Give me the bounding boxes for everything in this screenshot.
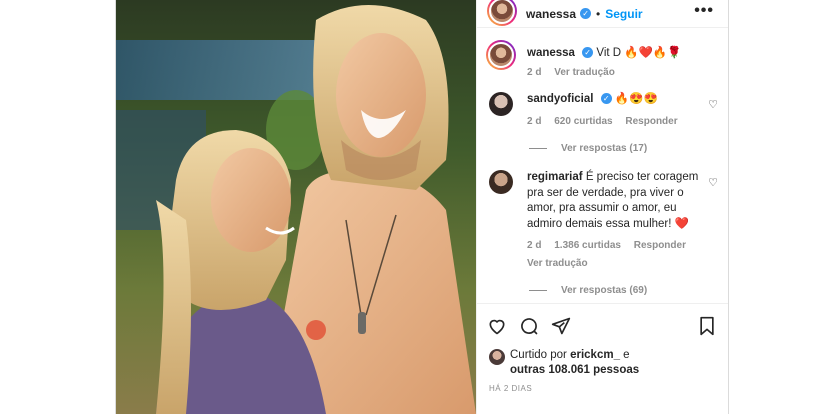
comment-likes[interactable]: 1.386 curtidas <box>554 240 621 251</box>
verified-icon: ✓ <box>582 47 594 59</box>
reply-button[interactable]: Responder <box>634 240 686 251</box>
comment-text: 🔥😍😍 <box>614 93 658 105</box>
comment-translation-link[interactable]: Ver tradução <box>527 258 588 269</box>
replies-divider <box>529 290 547 291</box>
verified-icon: ✓ <box>600 93 612 105</box>
liked-prefix: Curtido por <box>510 349 567 361</box>
instagram-post: wanessa ✓ • Seguir ••• wanessa ✓ Vit D 🔥… <box>115 0 729 414</box>
liker-avatar[interactable] <box>489 349 505 365</box>
commenter-username[interactable]: regimariaf <box>527 171 583 183</box>
like-comment-icon[interactable]: ♡ <box>708 98 718 111</box>
post-header: wanessa ✓ • Seguir ••• <box>477 0 728 28</box>
post-photo[interactable] <box>116 0 476 414</box>
comment-age: 2 d <box>527 240 542 251</box>
caption-text: Vit D 🔥❤️🔥🌹 <box>596 47 682 59</box>
comment-age: 2 d <box>527 115 542 127</box>
bookmark-icon[interactable] <box>698 316 716 336</box>
verified-icon: ✓ <box>580 8 592 19</box>
more-icon[interactable]: ••• <box>694 2 714 20</box>
caption-age: 2 d <box>527 66 542 78</box>
liked-others[interactable]: outras 108.061 pessoas <box>510 364 639 376</box>
view-replies-link[interactable]: Ver respostas (17) <box>529 143 728 154</box>
post-actions: Curtido por erickcm_ e outras 108.061 pe… <box>477 303 728 414</box>
liked-user[interactable]: erickcm_ <box>570 349 620 361</box>
comment-item: sandyoficial ✓ 🔥😍😍 2 d 620 curtidas Resp… <box>489 92 728 129</box>
caption: wanessa ✓ Vit D 🔥❤️🔥🌹 2 d Ver tradução <box>486 40 728 80</box>
comment-item: regimariaf É preciso ter coragem pra ser… <box>489 170 728 271</box>
reply-button[interactable]: Responder <box>625 116 677 127</box>
commenter-username[interactable]: sandyoficial <box>527 93 593 105</box>
like-comment-icon[interactable]: ♡ <box>708 176 718 189</box>
replies-divider <box>529 148 547 149</box>
comment-likes[interactable]: 620 curtidas <box>554 116 612 127</box>
caption-translation-link[interactable]: Ver tradução <box>554 67 615 78</box>
author-username[interactable]: wanessa <box>526 7 576 21</box>
caption-username[interactable]: wanessa <box>527 47 575 59</box>
share-icon[interactable] <box>551 316 571 336</box>
separator-dot: • <box>596 6 601 21</box>
view-replies-link[interactable]: Ver respostas (69) <box>529 285 728 296</box>
follow-button[interactable]: Seguir <box>605 7 642 21</box>
post-timestamp[interactable]: HÁ 2 DIAS <box>489 384 532 393</box>
author-avatar[interactable] <box>487 0 517 26</box>
comment-icon[interactable] <box>519 316 539 336</box>
couple-photo <box>116 0 476 414</box>
heart-icon[interactable] <box>487 316 507 336</box>
likes-summary: Curtido por erickcm_ e outras 108.061 pe… <box>489 348 639 378</box>
post-side-panel: wanessa ✓ • Seguir ••• wanessa ✓ Vit D 🔥… <box>476 0 728 414</box>
commenter-avatar[interactable] <box>489 92 513 116</box>
caption-avatar[interactable] <box>486 40 516 70</box>
commenter-avatar[interactable] <box>489 170 513 194</box>
liked-joiner: e <box>623 349 630 361</box>
comments-list[interactable]: wanessa ✓ Vit D 🔥❤️🔥🌹 2 d Ver tradução s… <box>477 40 728 302</box>
